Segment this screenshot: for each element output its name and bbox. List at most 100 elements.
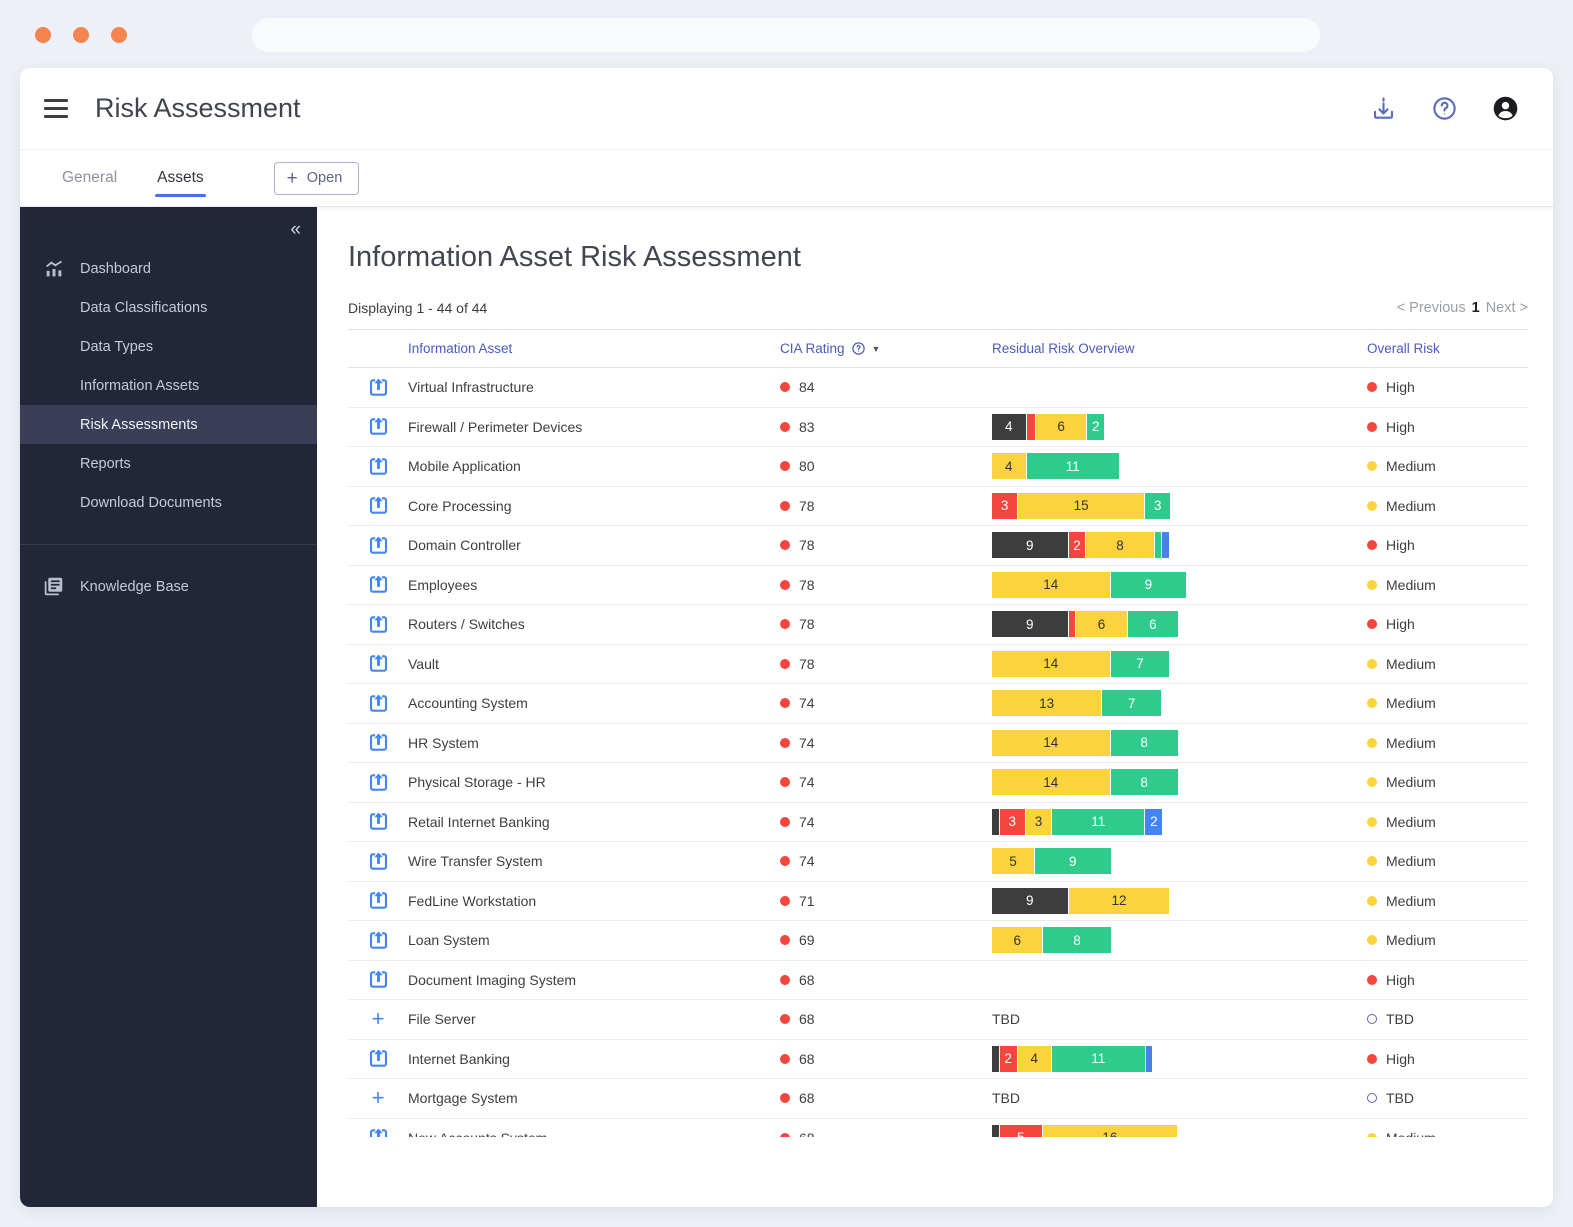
window-control-dot[interactable] [73, 27, 89, 43]
overall-risk-dot [1367, 1053, 1377, 1064]
sidebar-item-data-types[interactable]: Data Types [20, 327, 317, 366]
table-row[interactable]: HR System 74 14 8 Medium [348, 723, 1528, 763]
cia-rating-dot [780, 500, 790, 511]
residual-risk-bar: 13 7 [992, 690, 1367, 717]
table-row[interactable]: Loan System 69 6 8 Medium [348, 921, 1528, 961]
download-icon[interactable] [1370, 95, 1397, 122]
sidebar-item-download-documents[interactable]: Download Documents [20, 483, 317, 522]
cia-help-icon[interactable] [851, 341, 866, 356]
asset-name: Document Imaging System [408, 971, 577, 988]
help-icon[interactable] [1431, 95, 1458, 122]
overall-risk-cell: TBD [1367, 1090, 1528, 1106]
tab-assets[interactable]: Assets [137, 150, 224, 206]
next-page-link[interactable]: Next > [1486, 300, 1528, 316]
table-row[interactable]: Employees 78 14 9 Medium [348, 565, 1528, 605]
open-asset-icon[interactable] [367, 850, 390, 873]
current-page[interactable]: 1 [1472, 300, 1480, 316]
column-header-cia-rating[interactable]: CIA Rating ▼ [780, 341, 992, 356]
add-assessment-icon[interactable]: + [372, 1087, 385, 1109]
open-asset-icon[interactable] [367, 534, 390, 557]
account-icon[interactable] [1492, 95, 1519, 122]
risk-segment-red: 3 [999, 808, 1025, 835]
cia-rating-cell: 74 [780, 853, 992, 869]
table-row[interactable]: Mobile Application 80 4 11 Medium [348, 447, 1528, 487]
browser-address-bar[interactable] [252, 18, 1320, 52]
open-asset-icon[interactable] [367, 1126, 390, 1137]
add-assessment-icon[interactable]: + [372, 1008, 385, 1030]
table-row[interactable]: Firewall / Perimeter Devices 83 4 6 2 High [348, 407, 1528, 447]
risk-segment-yellow: 3 [1025, 808, 1052, 835]
sidebar-item-reports[interactable]: Reports [20, 444, 317, 483]
risk-segment-yellow: 6 [992, 927, 1043, 954]
open-asset-icon[interactable] [367, 810, 390, 833]
table-row[interactable]: Domain Controller 78 9 2 8 High [348, 526, 1528, 566]
open-asset-icon[interactable] [367, 652, 390, 675]
window-control-dot[interactable] [111, 27, 127, 43]
sidebar-item-data-classifications[interactable]: Data Classifications [20, 288, 317, 327]
table-row[interactable]: Virtual Infrastructure 84 High [348, 368, 1528, 408]
open-button[interactable]: + Open [273, 161, 360, 195]
open-asset-icon[interactable] [367, 455, 390, 478]
table-row[interactable]: New Accounts System 68 516 Medium [348, 1118, 1528, 1137]
table-row[interactable]: Accounting System 74 13 7 Medium [348, 684, 1528, 724]
overall-risk-cell: High [1367, 379, 1528, 395]
open-asset-icon[interactable] [367, 692, 390, 715]
window-control-dot[interactable] [35, 27, 51, 43]
overall-risk-dot [1367, 816, 1377, 827]
cia-rating-value: 69 [799, 932, 815, 949]
column-header-residual-risk[interactable]: Residual Risk Overview [992, 341, 1367, 356]
residual-risk-bar: 9 12 [992, 887, 1367, 914]
overall-risk-label: Medium [1386, 1130, 1436, 1137]
sidebar-item-knowledge-base[interactable]: Knowledge Base [20, 567, 317, 606]
overall-risk-dot [1367, 421, 1377, 432]
column-header-overall-risk[interactable]: Overall Risk [1367, 341, 1528, 356]
table-row[interactable]: Core Processing 78 3 15 3 Medium [348, 486, 1528, 526]
asset-name: Physical Storage - HR [408, 774, 546, 791]
table-row[interactable]: + Mortgage System 68 TBD TBD [348, 1079, 1528, 1119]
asset-name: Firewall / Perimeter Devices [408, 418, 583, 435]
open-asset-icon[interactable] [367, 771, 390, 794]
previous-page-link[interactable]: < Previous [1397, 300, 1466, 316]
cia-rating-dot [780, 1093, 790, 1104]
overall-risk-tbd-dot [1367, 1014, 1377, 1025]
overall-risk-label: Medium [1386, 892, 1436, 909]
menu-icon[interactable] [44, 99, 68, 118]
plus-icon: + [286, 167, 298, 189]
open-asset-icon[interactable] [367, 494, 390, 517]
sidebar-item-dashboard[interactable]: Dashboard [20, 249, 317, 288]
table-row[interactable]: Vault 78 14 7 Medium [348, 644, 1528, 684]
table-row[interactable]: + File Server 68 TBD TBD [348, 1000, 1528, 1040]
cia-rating-cell: 74 [780, 774, 992, 790]
open-asset-icon[interactable] [367, 929, 390, 952]
overall-risk-cell: Medium [1367, 1130, 1528, 1137]
tab-general[interactable]: General [42, 150, 137, 206]
risk-segment-dark [992, 1045, 999, 1072]
window-controls [35, 27, 127, 43]
table-row[interactable]: Routers / Switches 78 9 6 6 High [348, 605, 1528, 645]
cia-rating-cell: 78 [780, 498, 992, 514]
open-asset-icon[interactable] [367, 1047, 390, 1070]
residual-risk-bar: 516 [992, 1124, 1367, 1137]
open-asset-icon[interactable] [367, 613, 390, 636]
table-row[interactable]: Internet Banking 68 2 4 11 High [348, 1039, 1528, 1079]
open-asset-icon[interactable] [367, 573, 390, 596]
open-asset-icon[interactable] [367, 415, 390, 438]
open-asset-icon[interactable] [367, 968, 390, 991]
cia-rating-value: 74 [799, 853, 815, 870]
risk-segment-yellow: 12 [1068, 887, 1170, 914]
table-row[interactable]: FedLine Workstation 71 9 12 Medium [348, 881, 1528, 921]
sidebar-item-information-assets[interactable]: Information Assets [20, 366, 317, 405]
table-row[interactable]: Physical Storage - HR 74 14 8 Medium [348, 763, 1528, 803]
cia-rating-cell: 71 [780, 893, 992, 909]
sidebar-item-label: Risk Assessments [80, 416, 198, 433]
open-asset-icon[interactable] [367, 376, 390, 399]
open-asset-icon[interactable] [367, 731, 390, 754]
sidebar-item-risk-assessments[interactable]: Risk Assessments [20, 405, 317, 444]
collapse-sidebar-icon[interactable]: « [290, 219, 301, 241]
column-header-information-asset[interactable]: Information Asset [408, 341, 780, 356]
asset-name: Core Processing [408, 497, 512, 514]
open-asset-icon[interactable] [367, 889, 390, 912]
table-row[interactable]: Retail Internet Banking 74 3 3 11 2 Medium [348, 802, 1528, 842]
table-row[interactable]: Wire Transfer System 74 5 9 Medium [348, 842, 1528, 882]
table-row[interactable]: Document Imaging System 68 High [348, 960, 1528, 1000]
